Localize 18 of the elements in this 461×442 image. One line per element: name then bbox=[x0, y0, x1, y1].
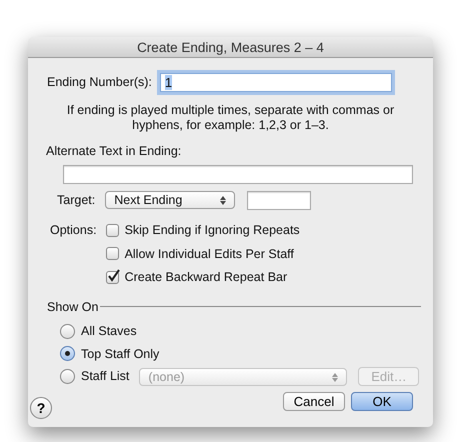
checkbox-label: Skip Ending if Ignoring Repeats bbox=[124, 222, 300, 239]
radio-label: Staff List bbox=[81, 368, 130, 386]
radio-label: All Staves bbox=[81, 322, 137, 340]
field-label: Ending Number(s): bbox=[47, 74, 152, 92]
help-text: If ending is played multiple times, separate with commas or hyphens, for example: 1,2,3 or 1–3. bbox=[66, 103, 396, 133]
window-title: Create Ending, Measures 2 – 4 bbox=[28, 37, 433, 58]
radio-label: Top Staff Only bbox=[81, 346, 160, 363]
field-label: Target: bbox=[57, 192, 96, 209]
field-label: Alternate Text in Ending: bbox=[46, 143, 182, 160]
dialog-button[interactable]: OK bbox=[351, 392, 413, 412]
options-label: Options: bbox=[50, 222, 97, 239]
target-popup[interactable]: Next Ending bbox=[105, 191, 236, 210]
help-button[interactable]: ? bbox=[30, 397, 52, 420]
section-label: Show On bbox=[47, 299, 98, 316]
checkbox-label: Create Backward Repeat Bar bbox=[124, 269, 288, 286]
dialog-button[interactable]: Cancel bbox=[283, 392, 345, 412]
checkbox-label: Allow Individual Edits Per Staff bbox=[124, 246, 294, 262]
ending-number-field[interactable]: 1 bbox=[160, 73, 392, 92]
